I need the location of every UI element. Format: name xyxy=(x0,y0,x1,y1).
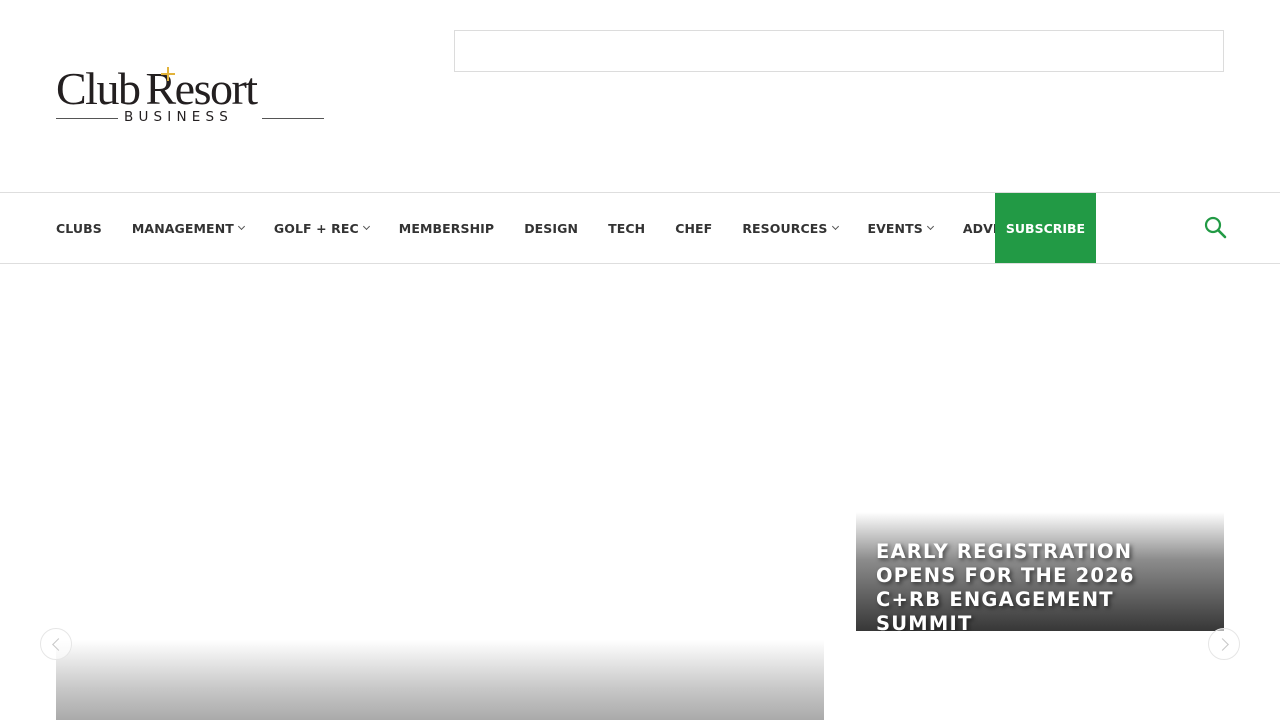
chevron-down-icon xyxy=(831,222,839,231)
chevron-left-icon xyxy=(52,638,65,651)
nav-item-golf-rec[interactable]: GOLF + REC xyxy=(273,193,370,263)
logo-word-club: Club xyxy=(56,63,141,114)
nav-item-label: MANAGEMENT xyxy=(131,220,234,236)
nav-item-events[interactable]: EVENTS xyxy=(867,193,934,263)
hero-slide-image[interactable] xyxy=(56,640,824,720)
nav-item-label: MEMBERSHIP xyxy=(398,220,495,236)
subscribe-button[interactable]: SUBSCRIBE xyxy=(995,193,1096,263)
chevron-right-icon xyxy=(1216,638,1229,651)
slider-prev-button[interactable] xyxy=(40,628,72,660)
nav-item-label: GOLF + REC xyxy=(273,220,359,236)
nav-item-tech[interactable]: TECH xyxy=(608,193,645,263)
search-icon[interactable] xyxy=(1203,215,1229,241)
nav-item-clubs[interactable]: CLUBS xyxy=(56,193,102,263)
chevron-down-icon xyxy=(926,222,934,231)
chevron-down-icon xyxy=(362,222,370,231)
nav-item-chef[interactable]: CHEF xyxy=(675,193,712,263)
slider-next-button[interactable] xyxy=(1208,628,1240,660)
nav-item-label: EVENTS xyxy=(867,220,923,236)
nav-item-label: CLUBS xyxy=(56,220,102,236)
feature-story-card[interactable]: EARLY REGISTRATION OPENS FOR THE 2026 C+… xyxy=(856,512,1224,631)
logo-divider-left xyxy=(56,118,118,119)
nav-items: CLUBS MANAGEMENT GOLF + REC MEMBERSHIP D… xyxy=(56,193,1072,263)
site-logo[interactable]: Club Resort BUSINESS xyxy=(56,66,326,128)
nav-item-resources[interactable]: RESOURCES xyxy=(742,193,839,263)
nav-item-membership[interactable]: MEMBERSHIP xyxy=(399,193,494,263)
nav-item-management[interactable]: MANAGEMENT xyxy=(131,193,245,263)
logo-subtitle: BUSINESS xyxy=(124,109,234,125)
chevron-down-icon xyxy=(237,222,245,231)
main-navigation: CLUBS MANAGEMENT GOLF + REC MEMBERSHIP D… xyxy=(0,192,1280,264)
nav-item-label: TECH xyxy=(608,220,646,236)
nav-item-label: DESIGN xyxy=(524,220,579,236)
header-ad-slot xyxy=(454,30,1224,72)
feature-story-title[interactable]: EARLY REGISTRATION OPENS FOR THE 2026 C+… xyxy=(876,540,1206,631)
nav-item-design[interactable]: DESIGN xyxy=(524,193,578,263)
logo-wordmark: Club Resort xyxy=(56,63,258,114)
logo-divider-right xyxy=(262,118,324,119)
logo-plus-icon xyxy=(161,67,175,81)
nav-item-label: CHEF xyxy=(675,220,713,236)
nav-item-label: RESOURCES xyxy=(742,220,828,236)
